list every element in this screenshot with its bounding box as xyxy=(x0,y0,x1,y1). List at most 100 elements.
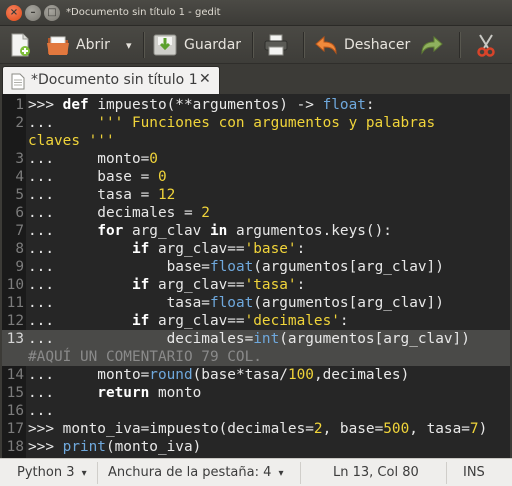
toolbar-separator xyxy=(459,32,460,58)
save-button[interactable]: Guardar xyxy=(153,26,241,64)
line-number: 9 xyxy=(15,259,24,275)
chevron-down-icon: ▾ xyxy=(81,468,87,479)
code-text: >>> monto_iva=impuesto(decimales=2, base… xyxy=(28,421,488,437)
line-number: 16 xyxy=(6,403,24,419)
code-line[interactable]: 1 >>> def impuesto(**argumentos) -> float… xyxy=(2,96,510,114)
line-number: 7 xyxy=(15,223,24,239)
line-number: 6 xyxy=(15,205,24,221)
cut-button[interactable] xyxy=(474,26,498,64)
tab-label: *Documento sin título 1 xyxy=(31,72,198,88)
undo-label: Deshacer xyxy=(344,37,411,53)
code-text: ... tasa=float(argumentos[arg_clav]) xyxy=(28,295,444,311)
save-icon xyxy=(153,34,177,56)
line-number: 11 xyxy=(6,295,24,311)
code-line[interactable]: 14... monto=round(base*tasa/100,decimale… xyxy=(2,366,510,384)
status-bar: Python 3 ▾ Anchura de la pestaña: 4 ▾ Ln… xyxy=(0,458,512,486)
toolbar-separator xyxy=(143,32,144,58)
code-line[interactable]: 10... if arg_clav=='tasa': xyxy=(2,276,510,294)
code-text: ... if arg_clav=='base': xyxy=(28,241,306,257)
code-text: ... base=float(argumentos[arg_clav]) xyxy=(28,259,444,275)
toolbar: Abrir ▾ Guardar Deshacer xyxy=(0,26,512,64)
line-number: 10 xyxy=(6,277,24,293)
new-document-icon xyxy=(11,33,30,57)
toolbar-separator xyxy=(303,32,304,58)
redo-button[interactable] xyxy=(420,26,444,64)
code-text: >>> def impuesto(**argumentos) -> float: xyxy=(28,97,375,113)
code-text: ... monto=0 xyxy=(28,151,158,167)
line-number: 8 xyxy=(15,241,24,257)
line-number: 13 xyxy=(6,331,24,347)
code-line[interactable]: 15... return monto xyxy=(2,384,510,402)
save-label: Guardar xyxy=(184,37,242,53)
redo-arrow-icon xyxy=(421,35,443,55)
code-text: ... if arg_clav=='decimales': xyxy=(28,313,349,329)
line-number: 12 xyxy=(6,313,24,329)
line-number: 18 xyxy=(6,439,24,455)
code-line[interactable]: 13... decimales=int(argumentos[arg_clav]… xyxy=(2,330,510,348)
status-separator xyxy=(300,462,301,484)
open-label: Abrir xyxy=(76,37,110,53)
code-text: ... tasa = 12 xyxy=(28,187,176,203)
code-text: ... base = 0 xyxy=(28,169,167,185)
code-line[interactable]: 11... tasa=float(argumentos[arg_clav]) xyxy=(2,294,510,312)
line-number: 5 xyxy=(15,187,24,203)
code-text: #AQUÍ UN COMENTARIO 79 COL. xyxy=(28,349,262,365)
code-text: ... xyxy=(28,403,54,419)
window-title: *Documento sin título 1 - gedit xyxy=(66,7,221,18)
insert-mode: INS xyxy=(463,465,485,480)
new-document-button[interactable] xyxy=(9,26,31,64)
undo-button[interactable]: Deshacer xyxy=(314,26,410,64)
code-text: ... ''' Funciones con argumentos y palab… xyxy=(28,115,436,131)
status-separator xyxy=(446,462,447,484)
code-line[interactable]: 17 >>> monto_iva=impuesto(decimales=2, ba… xyxy=(2,420,510,438)
tab-width-selector[interactable]: Anchura de la pestaña: 4 ▾ xyxy=(108,465,284,480)
code-line[interactable]: 6... decimales = 2 xyxy=(2,204,510,222)
line-number: 15 xyxy=(6,385,24,401)
code-text: ... return monto xyxy=(28,385,202,401)
tab-document[interactable]: *Documento sin título 1 ✕ xyxy=(2,66,220,94)
print-button[interactable] xyxy=(264,26,288,64)
folder-open-icon xyxy=(47,36,69,55)
code-text: ... monto=round(base*tasa/100,decimales) xyxy=(28,367,410,383)
code-line[interactable]: 4... base = 0 xyxy=(2,168,510,186)
code-line[interactable]: 9... base=float(argumentos[arg_clav]) xyxy=(2,258,510,276)
code-editor[interactable]: 1 >>> def impuesto(**argumentos) -> float… xyxy=(2,94,510,458)
code-line[interactable]: 12... if arg_clav=='decimales': xyxy=(2,312,510,330)
code-line[interactable]: 2... ''' Funciones con argumentos y pala… xyxy=(2,114,510,132)
chevron-down-icon: ▾ xyxy=(126,38,132,52)
scissors-icon xyxy=(477,34,495,57)
code-line[interactable]: #AQUÍ UN COMENTARIO 79 COL. xyxy=(2,348,510,366)
language-selector[interactable]: Python 3 ▾ xyxy=(17,465,87,480)
code-text: ... if arg_clav=='tasa': xyxy=(28,277,306,293)
code-line[interactable]: 5... tasa = 12 xyxy=(2,186,510,204)
status-separator xyxy=(97,462,98,484)
open-dropdown-button[interactable]: ▾ xyxy=(126,26,132,64)
code-line[interactable]: 16... xyxy=(2,402,510,420)
code-line[interactable]: 3... monto=0 xyxy=(2,150,510,168)
code-text: ... decimales=int(argumentos[arg_clav]) xyxy=(28,331,470,347)
line-number: 14 xyxy=(6,367,24,383)
code-line[interactable]: 7... for arg_clav in argumentos.keys(): xyxy=(2,222,510,240)
line-number: 1 xyxy=(15,97,24,113)
code-text: >>> print(monto_iva) xyxy=(28,439,202,455)
close-tab-icon[interactable]: ✕ xyxy=(199,71,211,87)
cursor-position: Ln 13, Col 80 xyxy=(333,465,419,480)
code-line[interactable]: 8... if arg_clav=='base': xyxy=(2,240,510,258)
chevron-down-icon: ▾ xyxy=(278,468,284,479)
minimize-window-button[interactable]: – xyxy=(25,5,41,21)
code-line[interactable]: 18 >>> print(monto_iva) xyxy=(2,438,510,456)
undo-arrow-icon xyxy=(315,35,337,55)
maximize-window-button[interactable]: □ xyxy=(44,5,60,21)
close-window-button[interactable]: × xyxy=(6,5,22,21)
open-button[interactable]: Abrir xyxy=(46,26,110,64)
print-icon xyxy=(264,34,288,56)
line-number: 4 xyxy=(15,169,24,185)
code-line[interactable]: claves ''' xyxy=(2,132,510,150)
code-text: claves ''' xyxy=(28,133,115,149)
text-document-icon xyxy=(11,73,25,90)
line-number: 17 xyxy=(6,421,24,437)
code-text: ... decimales = 2 xyxy=(28,205,210,221)
toolbar-separator xyxy=(252,32,253,58)
title-bar: × – □ *Documento sin título 1 - gedit xyxy=(0,0,512,26)
line-number: 2 xyxy=(15,115,24,131)
